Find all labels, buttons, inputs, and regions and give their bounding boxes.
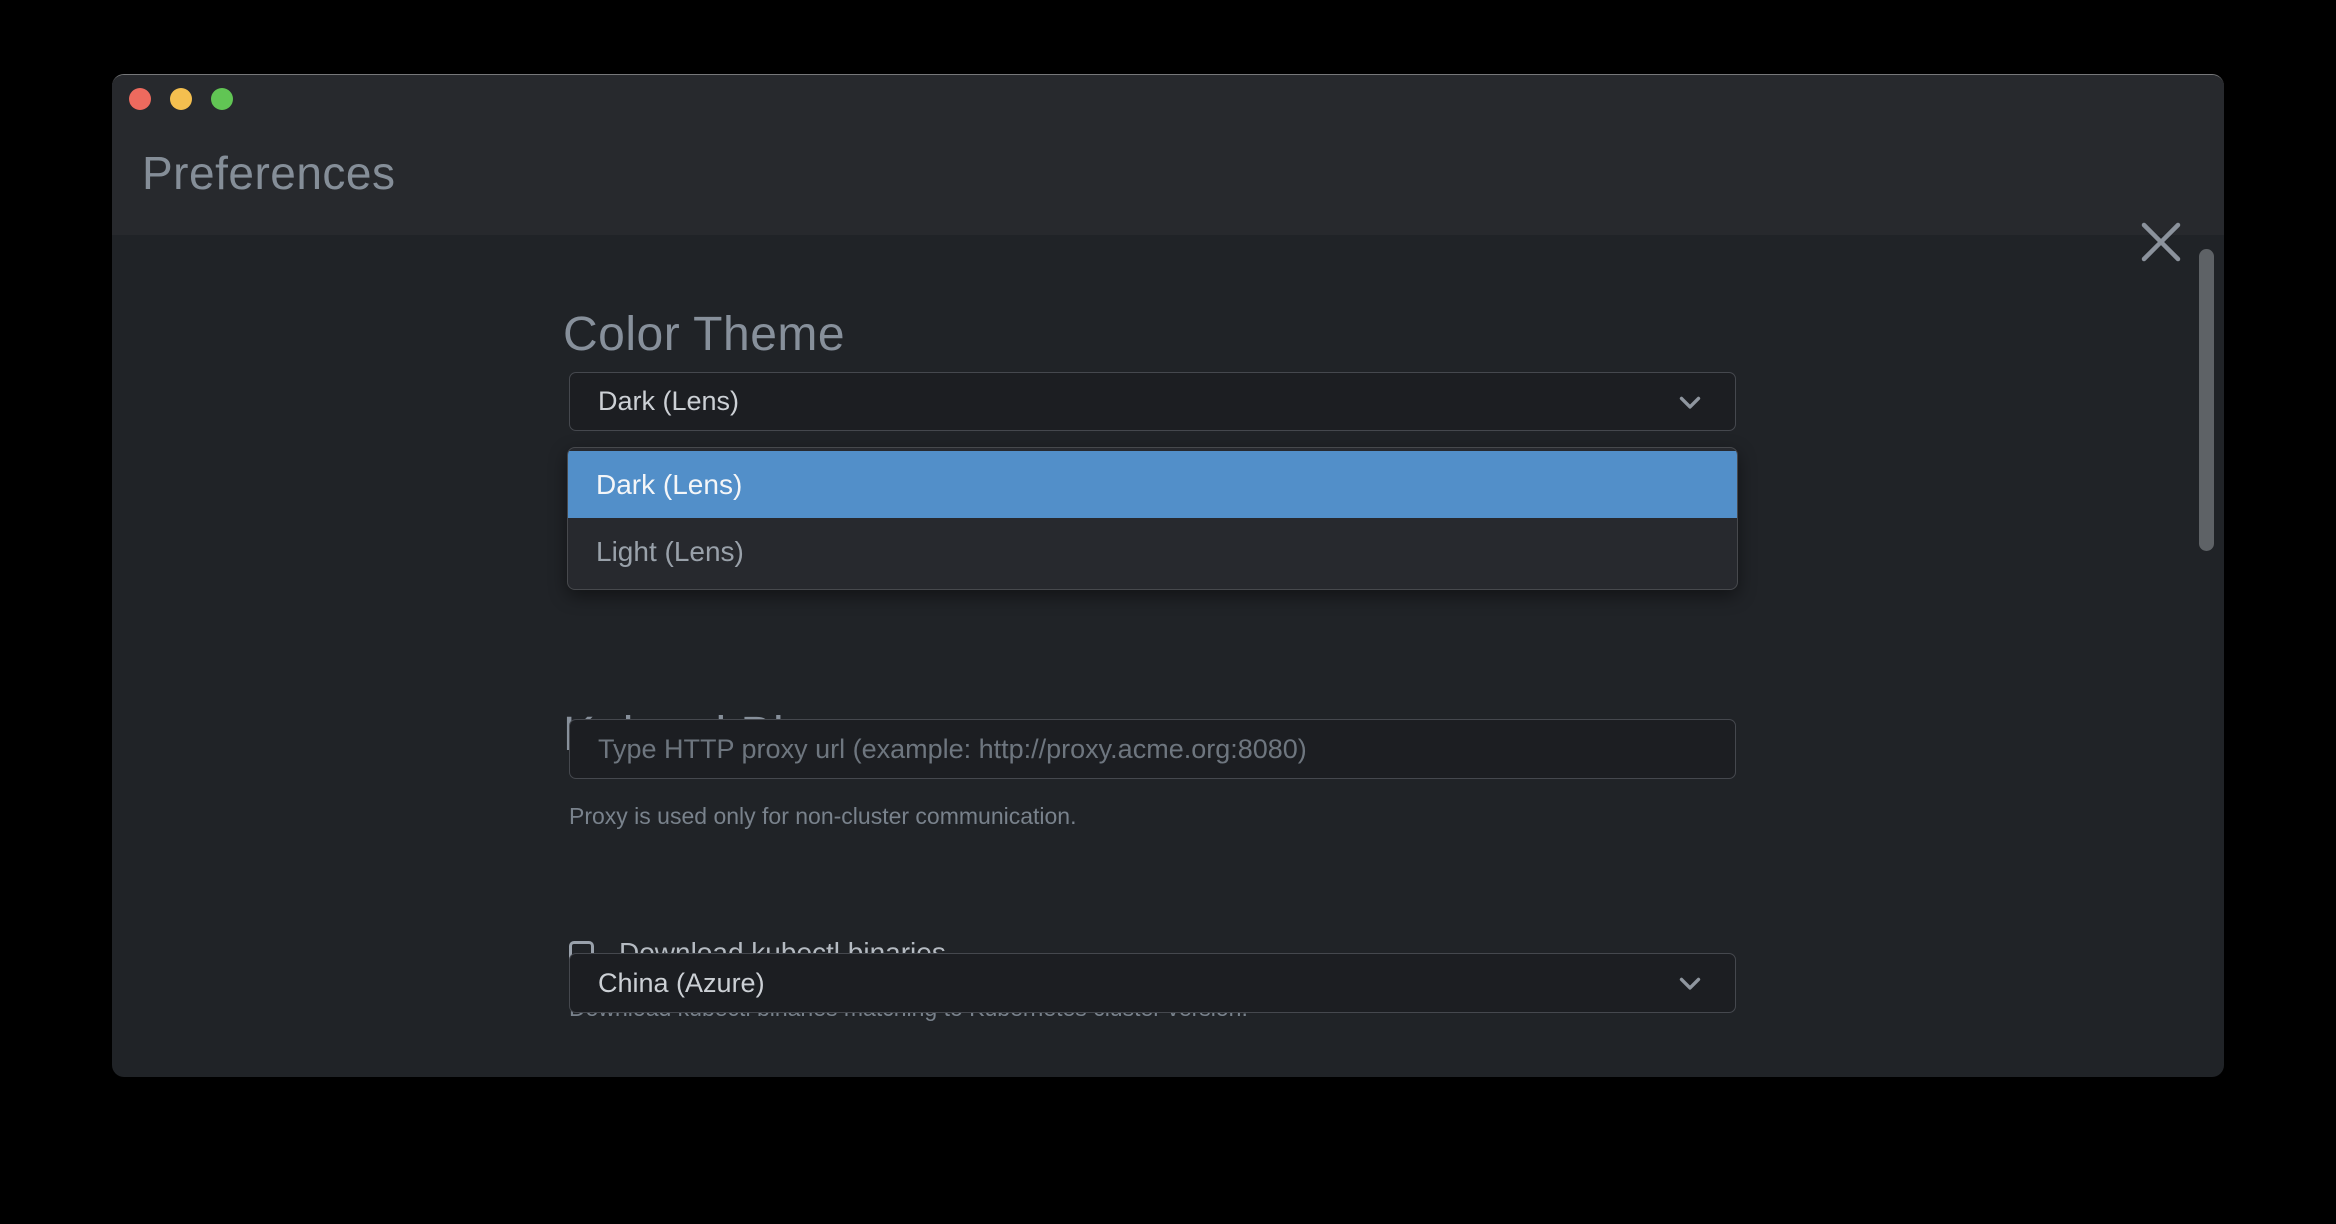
theme-select[interactable]: Dark (Lens) xyxy=(569,372,1736,431)
download-mirror-select-value: China (Azure) xyxy=(598,968,1673,999)
traffic-lights xyxy=(129,88,233,110)
scrollbar-thumb[interactable] xyxy=(2199,249,2214,551)
http-proxy-hint: Proxy is used only for non-cluster commu… xyxy=(569,803,1077,830)
theme-option-light[interactable]: Light (Lens) xyxy=(568,518,1737,585)
color-theme-heading: Color Theme xyxy=(563,307,845,362)
download-mirror-label: Download mirror xyxy=(569,1073,782,1077)
http-proxy-placeholder: Type HTTP proxy url (example: http://pro… xyxy=(598,734,1307,765)
preferences-window: Preferences Color Theme Dark (Lens) Dark… xyxy=(112,74,2224,1077)
theme-select-value: Dark (Lens) xyxy=(598,386,1673,417)
chevron-down-icon xyxy=(1673,385,1707,419)
preferences-content: Color Theme Dark (Lens) Dark (Lens) Ligh… xyxy=(112,235,2224,1077)
http-proxy-input[interactable]: Type HTTP proxy url (example: http://pro… xyxy=(569,719,1736,779)
chevron-down-icon xyxy=(1673,966,1707,1000)
window-titlebar: Preferences xyxy=(112,75,2224,235)
page-title: Preferences xyxy=(142,146,396,200)
theme-dropdown-menu: Dark (Lens) Light (Lens) xyxy=(567,447,1738,590)
download-mirror-select[interactable]: China (Azure) xyxy=(569,953,1736,1013)
theme-option-dark[interactable]: Dark (Lens) xyxy=(568,451,1737,518)
traffic-minimize-button[interactable] xyxy=(170,88,192,110)
traffic-zoom-button[interactable] xyxy=(211,88,233,110)
traffic-close-button[interactable] xyxy=(129,88,151,110)
